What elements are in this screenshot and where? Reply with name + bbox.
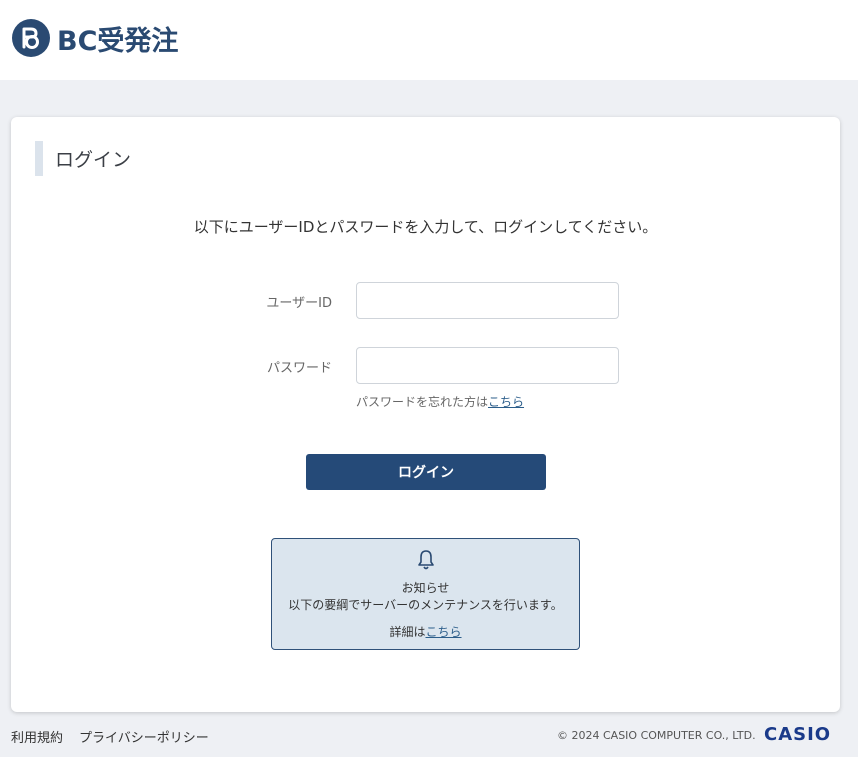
- login-card: ログイン 以下にユーザーIDとパスワードを入力して、ログインしてください。 ユー…: [11, 117, 840, 712]
- title-accent-bar: [35, 141, 43, 176]
- bell-icon: [418, 550, 434, 570]
- forgot-password: パスワードを忘れた方はこちら: [356, 393, 524, 410]
- app-logo[interactable]: BC受発注: [11, 16, 178, 60]
- page-title: ログイン: [55, 149, 132, 171]
- notice-box: お知らせ 以下の要綱でサーバーのメンテナンスを行います。 詳細はこちら: [271, 538, 580, 650]
- logo-text: BC受発注: [57, 25, 179, 57]
- password-label: パスワード: [266, 361, 332, 376]
- forgot-password-link[interactable]: こちら: [488, 395, 524, 409]
- user-id-label: ユーザーID: [266, 296, 332, 311]
- forgot-password-text: パスワードを忘れた方は: [356, 395, 489, 409]
- notice-details-link[interactable]: こちら: [426, 625, 462, 639]
- casio-logo: CASIO: [764, 724, 832, 745]
- notice-body: 以下の要綱でサーバーのメンテナンスを行います。: [288, 598, 563, 612]
- password-input[interactable]: [356, 347, 619, 384]
- notice-details: 詳細はこちら: [272, 623, 579, 640]
- logo-mark-icon: [12, 19, 50, 57]
- notice-details-text: 詳細は: [389, 625, 426, 639]
- header: BC受発注: [0, 0, 858, 80]
- notice-title: お知らせ: [401, 581, 450, 595]
- user-id-input[interactable]: [356, 282, 619, 319]
- privacy-link[interactable]: プライバシーポリシー: [79, 731, 209, 746]
- terms-link[interactable]: 利用規約: [11, 731, 63, 746]
- copyright: © 2024 CASIO COMPUTER CO., LTD.: [557, 729, 756, 742]
- login-instruction: 以下にユーザーIDとパスワードを入力して、ログインしてください。: [193, 218, 658, 236]
- login-button[interactable]: ログイン: [306, 454, 546, 490]
- footer-links: 利用規約 プライバシーポリシー: [11, 727, 225, 746]
